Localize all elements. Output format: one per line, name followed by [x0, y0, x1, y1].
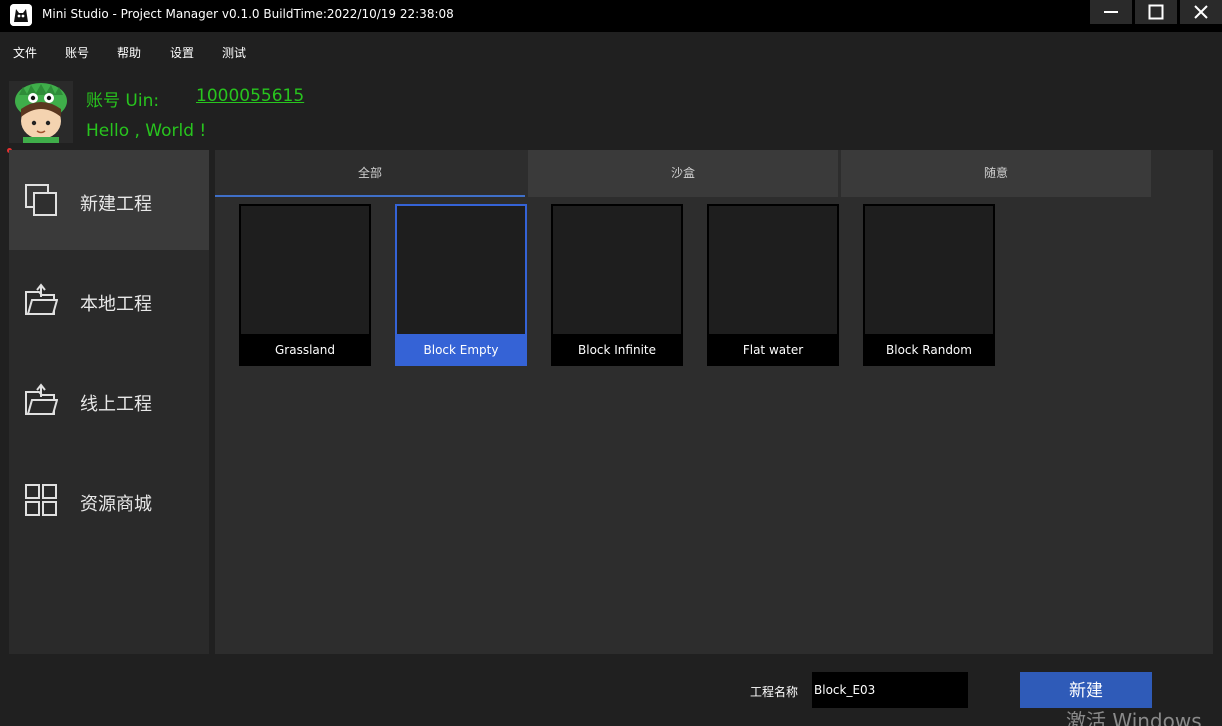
sidebar-item-label: 本地工程 — [80, 294, 152, 315]
template-card-label: Block Empty — [397, 334, 525, 364]
greeting-text: Hello , World ! — [86, 121, 207, 141]
tab-label: 随意 — [983, 166, 1008, 180]
minimize-button[interactable] — [1090, 0, 1132, 24]
template-card-label: Grassland — [241, 334, 369, 364]
tab-sandbox[interactable]: 沙盒 — [528, 150, 838, 197]
menu-bar: 文件 账号 帮助 设置 测试 — [0, 32, 1222, 72]
minimize-icon — [1104, 11, 1118, 13]
sidebar-item-label: 新建工程 — [80, 194, 152, 215]
title-bar: Mini Studio - Project Manager v0.1.0 Bui… — [0, 0, 1222, 32]
sidebar-item-new-project[interactable]: 新建工程 — [9, 150, 209, 250]
template-card-block-random[interactable]: Block Random — [863, 204, 995, 366]
template-card-label: Block Infinite — [553, 334, 681, 364]
avatar[interactable] — [9, 81, 73, 143]
tab-casual[interactable]: 随意 — [841, 150, 1151, 197]
menu-account[interactable]: 账号 — [65, 44, 89, 61]
uin-link[interactable]: 1000055615 — [196, 86, 304, 106]
menu-help[interactable]: 帮助 — [117, 44, 141, 61]
sidebar-item-local-project[interactable]: 本地工程 — [9, 250, 209, 350]
sidebar: 新建工程 本地工程 线上工程 资源商城 — [9, 150, 209, 654]
account-uin-label: 账号 Uin: — [86, 91, 160, 111]
sidebar-item-label: 资源商城 — [80, 494, 152, 515]
window-title: Mini Studio - Project Manager v0.1.0 Bui… — [42, 7, 454, 21]
create-project-button[interactable]: 新建 — [1020, 672, 1152, 708]
maximize-button[interactable] — [1135, 0, 1177, 24]
tab-label: 沙盒 — [670, 166, 695, 180]
sidebar-item-online-project[interactable]: 线上工程 — [9, 350, 209, 450]
close-icon — [1194, 5, 1208, 19]
template-card-label: Block Random — [865, 334, 993, 364]
app-logo-icon — [10, 4, 32, 26]
grid-icon — [25, 484, 57, 516]
template-card-block-infinite[interactable]: Block Infinite — [551, 204, 683, 366]
sidebar-item-label: 线上工程 — [80, 394, 152, 415]
tab-active-indicator — [215, 195, 525, 197]
template-card-flat-water[interactable]: Flat water — [707, 204, 839, 366]
sidebar-item-resource-store[interactable]: 资源商城 — [9, 450, 209, 550]
menu-settings[interactable]: 设置 — [170, 44, 194, 61]
maximize-icon — [1148, 4, 1164, 20]
close-button[interactable] — [1180, 0, 1222, 24]
folder-upload-icon — [25, 283, 58, 315]
template-card-grassland[interactable]: Grassland — [239, 204, 371, 366]
folder-upload-icon — [25, 383, 58, 415]
tab-all[interactable]: 全部 — [215, 150, 525, 197]
activation-watermark: 激活 Windows — [1066, 709, 1202, 726]
new-project-icon — [25, 184, 57, 216]
menu-file[interactable]: 文件 — [13, 44, 37, 61]
template-panel: 全部 沙盒 随意 Grassland Block Empty Block Inf… — [215, 150, 1213, 654]
tab-label: 全部 — [357, 166, 382, 180]
project-name-label: 工程名称 — [750, 685, 799, 699]
menu-test[interactable]: 测试 — [222, 44, 246, 61]
template-card-label: Flat water — [709, 334, 837, 364]
template-card-block-empty[interactable]: Block Empty — [395, 204, 527, 366]
project-name-input[interactable] — [812, 672, 968, 708]
